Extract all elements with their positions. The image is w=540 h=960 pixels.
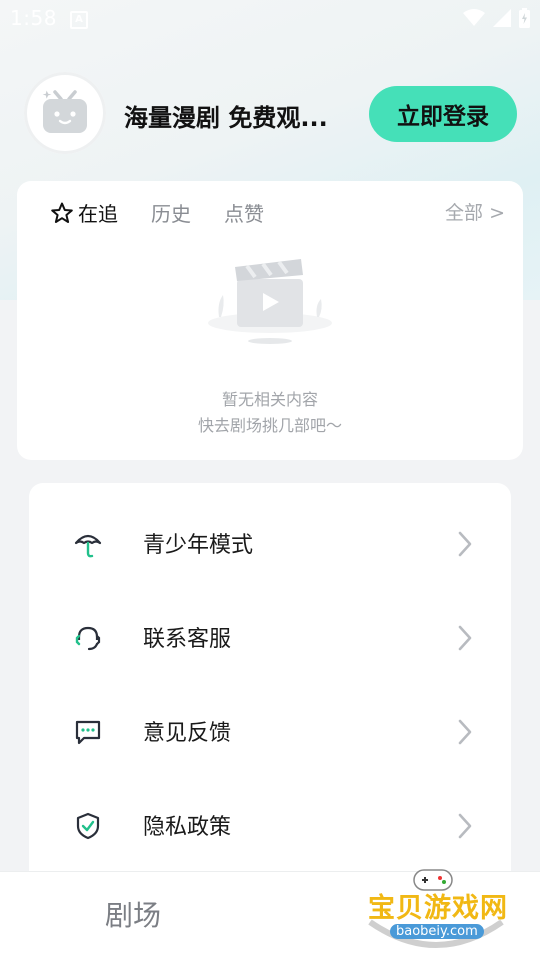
status-icons — [463, 8, 530, 28]
watch-history-card: 在追 历史 点赞 全部 > 暂无相关内容 快去剧场挑几部吧～ — [17, 181, 523, 460]
empty-line-2: 快去剧场挑几部吧～ — [197, 416, 342, 435]
menu-item-customer-service[interactable]: 联系客服 — [29, 591, 511, 685]
signal-icon — [493, 9, 511, 27]
tab-following[interactable]: 在追 — [50, 198, 118, 227]
menu-item-teen-mode[interactable]: 青少年模式 — [29, 497, 511, 591]
status-time: 1:58 — [10, 6, 57, 30]
menu-label: 隐私政策 — [143, 815, 232, 840]
battery-icon — [519, 8, 530, 28]
empty-line-1: 暂无相关内容 — [221, 390, 318, 409]
tab-history[interactable]: 历史 — [151, 198, 191, 227]
watermark-url: baobeiy.com — [390, 924, 484, 939]
shield-check-icon — [76, 812, 100, 840]
chevron-right-icon — [458, 625, 472, 651]
chat-bubble-icon — [75, 720, 101, 745]
watermark-text: 宝贝游戏网 — [368, 893, 508, 924]
tv-mascot-icon — [42, 90, 87, 133]
empty-clapperboard-icon — [208, 259, 332, 344]
menu-label: 联系客服 — [143, 627, 232, 652]
history-tabs: 在追 历史 点赞 — [50, 198, 297, 227]
tab-likes[interactable]: 点赞 — [224, 198, 264, 227]
wifi-icon — [463, 9, 485, 26]
tab-label: 点赞 — [224, 202, 264, 226]
tab-label: 历史 — [151, 202, 191, 226]
avatar[interactable] — [24, 72, 106, 154]
status-bar: 1:58 A — [0, 0, 540, 36]
chevron-right-icon — [458, 813, 472, 839]
chevron-right-icon — [458, 719, 472, 745]
chevron-right-icon — [458, 531, 472, 557]
settings-menu: 青少年模式 联系客服 意见反馈 隐私政策 — [29, 483, 511, 903]
login-button[interactable]: 立即登录 — [369, 86, 517, 142]
bottom-navigation: 剧场 宝贝游戏网 baobeiy.com — [0, 869, 540, 960]
profile-header: 海量漫剧 免费观... 立即登录 — [0, 70, 540, 160]
menu-item-privacy-policy[interactable]: 隐私政策 — [29, 779, 511, 873]
view-all-link[interactable]: 全部 > — [445, 198, 505, 225]
notification-icon: A — [70, 11, 88, 29]
menu-label: 青少年模式 — [143, 533, 254, 558]
username[interactable]: 海量漫剧 免费观... — [124, 98, 328, 133]
menu-item-feedback[interactable]: 意见反馈 — [29, 685, 511, 779]
watermark-logo: 宝贝游戏网 baobeiy.com — [360, 864, 520, 960]
empty-state-text: 暂无相关内容 快去剧场挑几部吧～ — [17, 387, 523, 439]
star-icon — [51, 202, 73, 223]
tab-label: 在追 — [78, 202, 118, 226]
headset-icon — [75, 626, 101, 651]
menu-label: 意见反馈 — [143, 721, 232, 746]
nav-theater[interactable]: 剧场 — [105, 894, 161, 934]
umbrella-icon — [74, 534, 102, 558]
